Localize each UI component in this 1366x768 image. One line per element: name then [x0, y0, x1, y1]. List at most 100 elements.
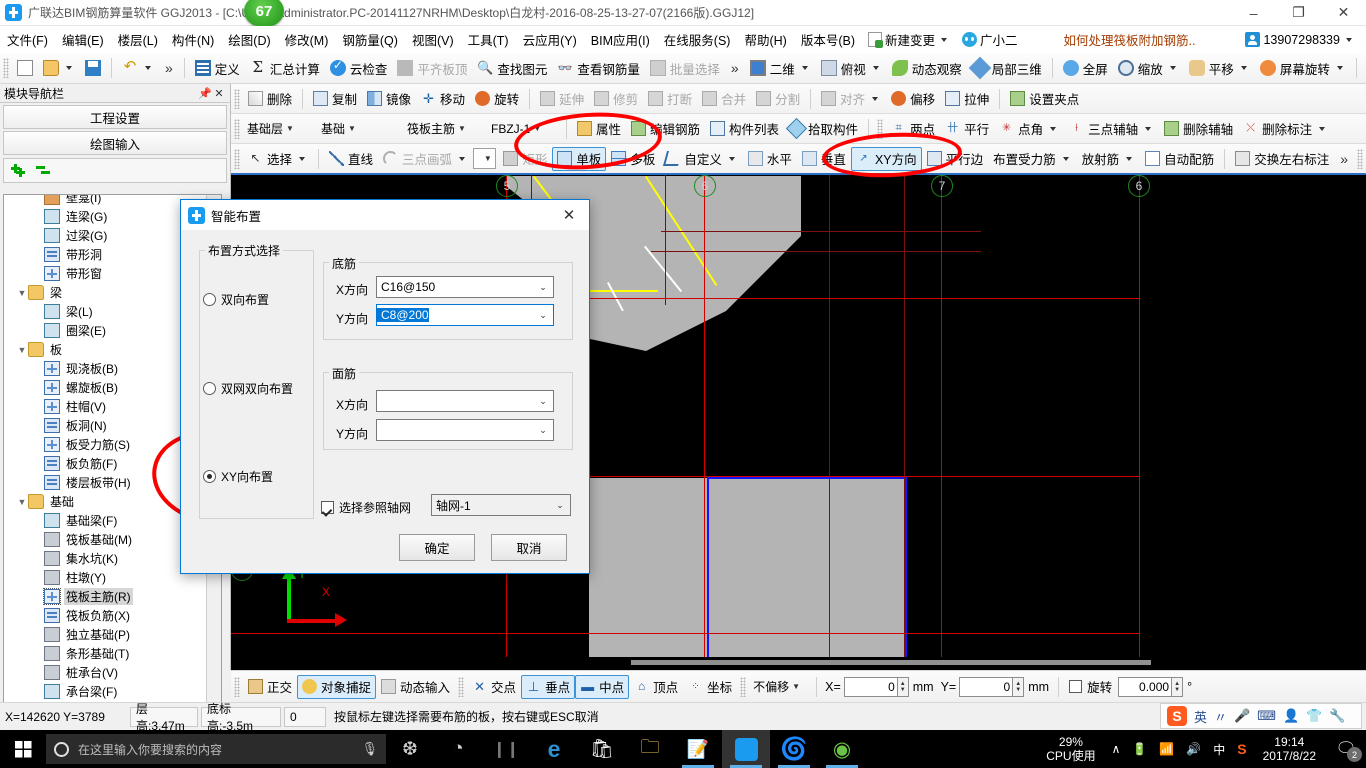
cloud-check-button[interactable]: 云检查	[325, 56, 393, 81]
radial-rebar-button[interactable]: 放射筋	[1077, 147, 1141, 171]
move-button[interactable]: ✛ 移动	[416, 87, 470, 111]
new-change-button[interactable]: 新建变更	[862, 28, 956, 51]
component-type-selector[interactable]: 筏板主筋 ▼	[403, 118, 487, 139]
taskbar-app-notepad[interactable]: 📝	[674, 730, 722, 768]
tree-item[interactable]: 板洞(N)	[4, 416, 207, 435]
toolbar-overflow-2[interactable]: »	[725, 60, 745, 76]
copy-button[interactable]: 复制	[308, 87, 362, 111]
tree-item[interactable]: 楼层板带(H)	[4, 473, 207, 492]
three-point-aux-axis-button[interactable]: ⟊ 三点辅轴	[1064, 117, 1159, 141]
user-panel-icon[interactable]: 👤	[1283, 708, 1299, 724]
tree-item[interactable]: ▼ 梁	[4, 283, 207, 302]
undo-button[interactable]: ↶	[117, 56, 159, 81]
sogou-ime-icon[interactable]: S	[1167, 706, 1187, 726]
tree-item[interactable]: 条形基础(T)	[4, 644, 207, 663]
microphone-icon[interactable]: 🎤	[1234, 708, 1250, 724]
tree-item[interactable]: 过梁(G)	[4, 226, 207, 245]
point-angle-axis-button[interactable]: ✳ 点角	[994, 117, 1064, 141]
ime-floating-bar[interactable]: S 英 〃 🎤 ⌨ 👤 👕 🔧	[1160, 703, 1362, 729]
account-button[interactable]: 13907298339	[1239, 30, 1360, 49]
offset-x-input[interactable]: 0	[843, 676, 898, 697]
draw-input-button[interactable]: 绘图输入	[3, 131, 227, 155]
start-button[interactable]	[0, 730, 46, 768]
menu-draw[interactable]: 绘图(D)	[221, 26, 277, 53]
tree-item[interactable]: 连梁(G)	[4, 207, 207, 226]
volume-icon[interactable]: 🔊	[1180, 742, 1207, 756]
dynamic-input-toggle[interactable]: 动态输入	[376, 675, 455, 699]
place-rebar-button[interactable]: 布置受力筋	[988, 147, 1077, 171]
offset-mode-selector[interactable]: 不偏移 ▼	[749, 676, 811, 697]
top-x-combo[interactable]: ⌄	[376, 390, 554, 412]
tree-item[interactable]: 集水坑(K)	[4, 549, 207, 568]
horizontal-button[interactable]: 水平	[743, 147, 797, 171]
axis-bubble-7[interactable]: 7	[931, 175, 953, 197]
draw-toolbar-overflow[interactable]: »	[1334, 151, 1354, 167]
expand-all-icon[interactable]	[11, 164, 26, 177]
toolbar-overflow-1[interactable]: »	[159, 60, 179, 76]
radio-bidirectional[interactable]: 双向布置	[203, 291, 269, 308]
fullscreen-button[interactable]: 全屏	[1058, 56, 1113, 81]
two-point-axis-button[interactable]: ⌗ 两点	[886, 117, 940, 141]
taskbar-app-glodon-cloud[interactable]: 🌀	[770, 730, 818, 768]
snap-toolbar-grip[interactable]	[234, 676, 240, 697]
tray-expand-button[interactable]: ∧	[1106, 742, 1127, 756]
draw-toolbar-grip-end[interactable]	[1357, 148, 1363, 169]
skin-icon[interactable]: 👕	[1306, 708, 1322, 724]
component-toolbar-grip[interactable]	[234, 118, 240, 139]
tree-item[interactable]: 壁龛(I)	[4, 195, 207, 207]
rotate-stepper[interactable]: ▲ ▼	[1172, 676, 1184, 697]
mirror-button[interactable]: 镜像	[362, 87, 416, 111]
save-button[interactable]	[80, 56, 106, 81]
multi-slab-button[interactable]: 多板	[606, 147, 660, 171]
taskbar-app-store[interactable]: 🛍	[578, 730, 626, 768]
tree-item[interactable]: 带形窗	[4, 264, 207, 283]
menu-floor[interactable]: 楼层(L)	[111, 26, 165, 53]
line-tool-button[interactable]: 直线	[324, 147, 378, 171]
offset-x-stepper[interactable]: ▲ ▼	[897, 676, 909, 697]
menu-online-service[interactable]: 在线服务(S)	[657, 26, 738, 53]
new-file-button[interactable]	[12, 56, 38, 81]
taskbar-app-notify[interactable]: ◔	[434, 730, 482, 768]
menu-view[interactable]: 视图(V)	[405, 26, 461, 53]
draw-toolbar-grip[interactable]	[234, 148, 240, 169]
chevron-down-icon[interactable]: ▼	[16, 288, 28, 298]
radio-xy-direction[interactable]: XY向布置	[203, 468, 273, 485]
ok-button[interactable]: 确定	[399, 534, 475, 561]
category-selector[interactable]: 基础 ▼	[317, 118, 403, 139]
menu-tools[interactable]: 工具(T)	[461, 26, 516, 53]
sogou-tray-icon[interactable]: S	[1231, 741, 1252, 757]
delete-button[interactable]: 删除	[243, 87, 297, 111]
auto-rebar-button[interactable]: 自动配筋	[1140, 147, 1219, 171]
view-rebar-qty-button[interactable]: 👓 查看钢筋量	[552, 56, 645, 81]
floor-selector[interactable]: 基础层 ▼	[243, 118, 317, 139]
edit-rebar-button[interactable]: 编辑钢筋	[626, 117, 705, 141]
single-slab-button[interactable]: 单板	[552, 146, 607, 171]
menu-rebar-qty[interactable]: 钢筋量(Q)	[335, 26, 405, 53]
parallel-axis-button[interactable]: 卄平行	[940, 117, 994, 141]
select-tool-button[interactable]: ↖ 选择	[243, 147, 313, 171]
orbit-button[interactable]: 动态观察	[887, 56, 967, 81]
smart-layout-dialog[interactable]: 智能布置 ✕ 布置方式选择 双向布置 双网双向布置 XY向布置 底筋 X方向 C…	[180, 199, 590, 574]
project-settings-button[interactable]: 工程设置	[3, 105, 227, 129]
tree-item[interactable]: 桩承台(V)	[4, 663, 207, 682]
offset-group-grip[interactable]	[740, 676, 747, 697]
offset-y-stepper[interactable]: ▲ ▼	[1013, 676, 1025, 697]
offset-button[interactable]: 偏移	[886, 87, 940, 111]
property-button[interactable]: 属性	[572, 117, 626, 141]
tree-item[interactable]: 基础梁(F)	[4, 511, 207, 530]
component-name-selector[interactable]: FBZJ-1 ▼	[487, 118, 561, 139]
find-element-button[interactable]: 🔍 查找图元	[472, 56, 552, 81]
tree-item[interactable]: 筏板主筋(R)	[4, 587, 207, 606]
notification-center-button[interactable]: 🗨 2	[1326, 730, 1366, 768]
delete-aux-axis-button[interactable]: 删除辅轴	[1159, 117, 1238, 141]
minimize-button[interactable]: –	[1231, 0, 1276, 26]
ortho-toggle[interactable]: 正交	[243, 675, 297, 699]
bottom-y-combo[interactable]: C8@200 ⌄	[376, 304, 554, 326]
cancel-button[interactable]: 取消	[491, 534, 567, 561]
ime-lang-label[interactable]: 英	[1194, 707, 1207, 726]
tree-item[interactable]: 板受力筋(S)	[4, 435, 207, 454]
view-2d-button[interactable]: 二维	[745, 56, 816, 81]
tree-item[interactable]: 独立基础(P)	[4, 625, 207, 644]
taskbar-app-glodon-ggj[interactable]	[722, 730, 770, 768]
menu-help[interactable]: 帮助(H)	[737, 26, 793, 53]
